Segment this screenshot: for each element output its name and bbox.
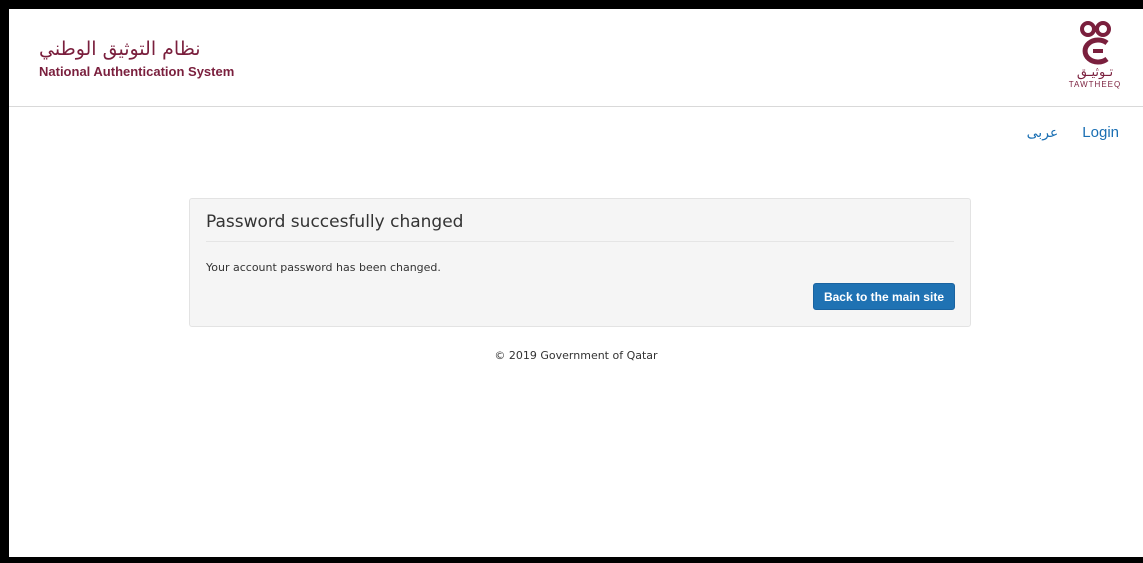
language-switch-link[interactable]: عربى (1027, 125, 1059, 141)
copyright-footer: © 2019 Government of Qatar (494, 349, 658, 362)
logo-text-english: TAWTHEEQ (1068, 80, 1122, 89)
login-link[interactable]: Login (1082, 124, 1119, 141)
confirmation-panel: Password succesfully changed Your accoun… (189, 198, 971, 327)
site-header: نظام التوثيق الوطني National Authenticat… (9, 9, 1143, 107)
brand: نظام التوثيق الوطني National Authenticat… (39, 37, 234, 79)
panel-title: Password succesfully changed (206, 212, 954, 242)
top-nav: عربى Login (1027, 124, 1119, 141)
tawtheeq-logo: تـوثيـق TAWTHEEQ (1067, 21, 1123, 101)
logo-text-arabic: تـوثيـق (1076, 65, 1114, 80)
tawtheeq-logo-icon (1080, 21, 1111, 65)
browser-viewport: نظام التوثيق الوطني National Authenticat… (9, 9, 1143, 557)
brand-title-english: National Authentication System (39, 64, 235, 79)
brand-title-arabic: نظام التوثيق الوطني (39, 38, 201, 60)
panel-message: Your account password has been changed. (206, 261, 441, 274)
back-to-main-site-button[interactable]: Back to the main site (812, 283, 955, 310)
